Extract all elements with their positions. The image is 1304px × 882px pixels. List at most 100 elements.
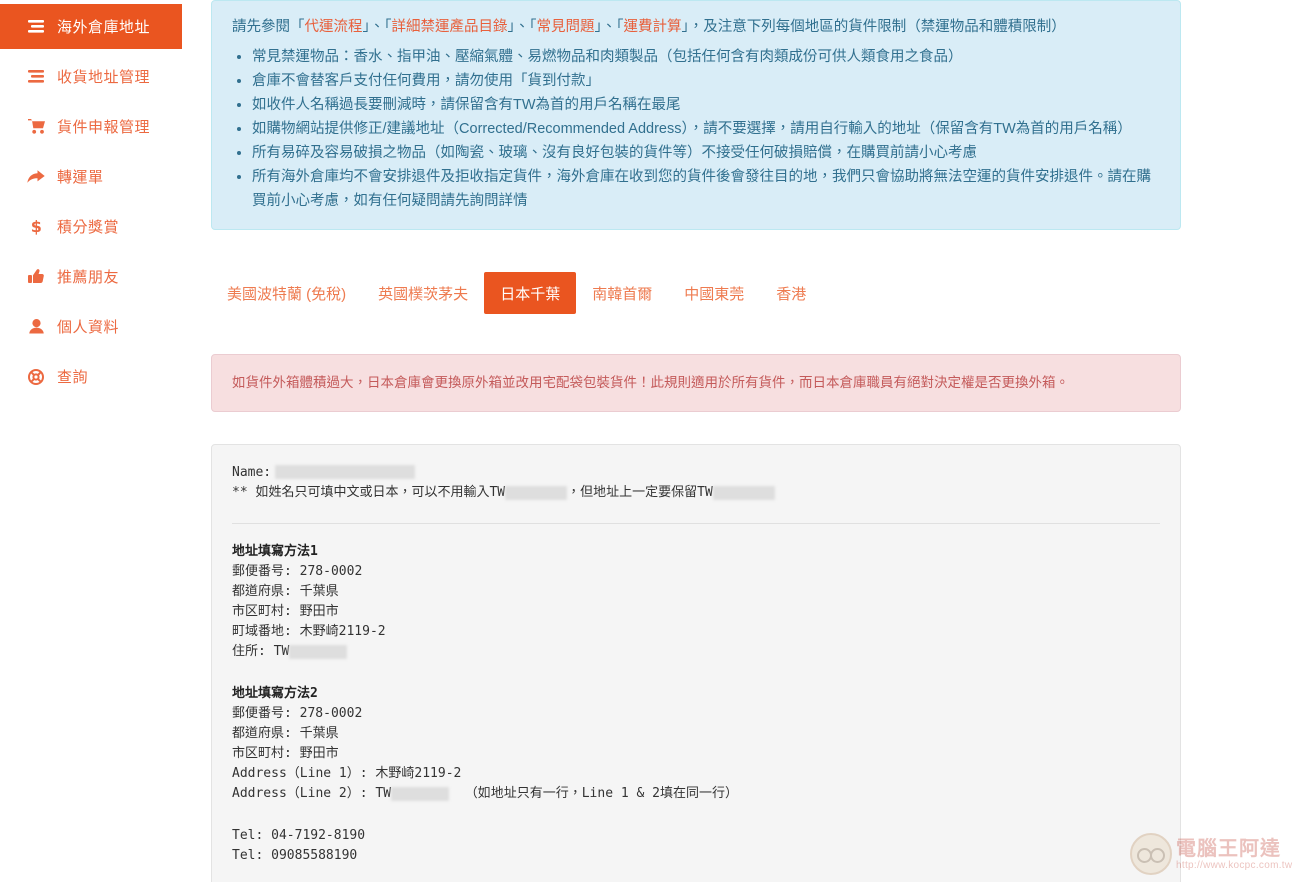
list-item: 如收件人名稱過長要刪減時，請保留含有TW為首的用戶名稱在最尾 <box>252 93 1164 117</box>
row-value: 278-0002 <box>299 706 363 721</box>
name-row: Name: <box>232 463 1160 483</box>
watermark-title: 電腦王阿達 <box>1176 835 1281 860</box>
city-row: 市区町村: 野田市 <box>232 602 1160 622</box>
sidebar-item-label: 積分獎賞 <box>57 219 120 236</box>
telephone-row-1: Tel: 04-7192-8190 <box>232 828 366 843</box>
list-item: 常見禁運物品：香水、指甲油、壓縮氣體、易燃物品和肉類製品（包括任何含有肉類成份可… <box>252 45 1164 69</box>
sidebar-item-enquiry[interactable]: 查詢 <box>0 354 190 399</box>
row-label: Address（Line 2）: <box>232 786 368 801</box>
address-method-1: 地址填寫方法1 郵便番号: 278-0002 都道府県: 千葉県 市区町村: 野… <box>232 542 1160 662</box>
address-method-2-title: 地址填寫方法2 <box>232 686 318 701</box>
tab-usa-portland[interactable]: 美國波特蘭 (免稅) <box>211 272 362 314</box>
tab-uk-portsmouth[interactable]: 英國樸茨茅夫 <box>362 272 484 314</box>
postal-code-row: 郵便番号: 278-0002 <box>232 704 1160 724</box>
tw-prefix: TW <box>273 644 290 659</box>
row-label: 郵便番号: <box>232 706 292 721</box>
lead-part-4: 」、「 <box>507 19 537 35</box>
sidebar-item-overseas-warehouse-address[interactable]: 海外倉庫地址 <box>0 4 182 49</box>
page-root: 海外倉庫地址 收貨地址管理 貨件申報管理 轉運單 $ 積分獎賞 推薦朋友 個人資… <box>0 0 1304 882</box>
telephone-row-2: Tel: 09085588190 <box>232 848 358 863</box>
info-notice-box: 請先參閱「代運流程」、「詳細禁運產品目錄」、「常見問題」、「運費計算」，及注意下… <box>211 0 1181 230</box>
row-label: 市区町村: <box>232 604 292 619</box>
address-line-2-note: （如地址只有一行，Line 1 & 2填在同一行） <box>464 786 738 801</box>
panel-divider <box>232 523 1160 524</box>
tab-china-dongguan[interactable]: 中國東莞 <box>668 272 760 314</box>
row-label: 都道府県: <box>232 584 292 599</box>
name-label: Name: <box>232 465 272 480</box>
list-icon <box>25 69 47 84</box>
link-shipping-process[interactable]: 代運流程 <box>305 19 363 35</box>
prefecture-row: 都道府県: 千葉県 <box>232 582 1160 602</box>
name-value-redacted <box>275 464 416 479</box>
life-ring-icon <box>25 368 47 385</box>
link-faq[interactable]: 常見問題 <box>537 19 595 35</box>
postal-code-row: 郵便番号: 278-0002 <box>232 562 1160 582</box>
watermark-text: 電腦王阿達 http://www.kocpc.com.tw <box>1176 838 1292 871</box>
row-value: 野田市 <box>299 604 339 619</box>
sidebar-item-receiving-address-management[interactable]: 收貨地址管理 <box>0 54 190 99</box>
sidebar-item-points-rewards[interactable]: $ 積分獎賞 <box>0 204 190 249</box>
sidebar-item-personal-profile[interactable]: 個人資料 <box>0 304 190 349</box>
list-icon <box>25 19 47 34</box>
main-content: 請先參閱「代運流程」、「詳細禁運產品目錄」、「常見問題」、「運費計算」，及注意下… <box>211 0 1181 882</box>
prefecture-row: 都道府県: 千葉県 <box>232 724 1160 744</box>
name-note-middle: ，但地址上一定要保留TW <box>567 485 713 500</box>
sidebar-item-refer-friends[interactable]: 推薦朋友 <box>0 254 190 299</box>
tw-username-redacted-3 <box>289 644 348 659</box>
address-details-panel: Name: ** 如姓名只可填中文或日本，可以不用輸入TW ，但地址上一定要保留T… <box>211 444 1181 882</box>
row-value: 千葉県 <box>299 726 339 741</box>
address-line-2-row: Address（Line 2）: TW （如地址只有一行，Line 1 & 2填… <box>232 784 1160 804</box>
name-note-before: ** 如姓名只可填中文或日本，可以不用輸入TW <box>232 485 506 500</box>
lead-part-6: 」、「 <box>594 19 624 35</box>
list-item: 所有海外倉庫均不會安排退件及拒收指定貨件，海外倉庫在收到您的貨件後會發往目的地，… <box>252 165 1164 213</box>
address-line-1-row: Address（Line 1）: 木野崎2119-2 <box>232 764 1160 784</box>
sidebar: 海外倉庫地址 收貨地址管理 貨件申報管理 轉運單 $ 積分獎賞 推薦朋友 個人資… <box>0 0 190 399</box>
list-item: 所有易碎及容易破損之物品（如陶瓷、玻璃、沒有良好包裝的貨件等）不接受任何破損賠償… <box>252 141 1164 165</box>
tab-hong-kong[interactable]: 香港 <box>760 272 822 314</box>
sidebar-item-shipment-declaration[interactable]: 貨件申報管理 <box>0 104 190 149</box>
sidebar-item-transfer-order[interactable]: 轉運單 <box>0 154 190 199</box>
info-notice-list: 常見禁運物品：香水、指甲油、壓縮氣體、易燃物品和肉類製品（包括任何含有肉類成份可… <box>228 45 1164 213</box>
row-value: 木野崎2119-2 <box>375 766 462 781</box>
dollar-icon: $ <box>25 218 47 235</box>
warning-notice-text: 如貨件外箱體積過大，日本倉庫會更換原外箱並改用宅配袋包裝貨件！此規則適用於所有貨… <box>232 375 1069 390</box>
sidebar-item-label: 個人資料 <box>57 319 120 336</box>
link-shipping-calculator[interactable]: 運費計算 <box>624 19 682 35</box>
info-notice-lead: 請先參閱「代運流程」、「詳細禁運產品目錄」、「常見問題」、「運費計算」，及注意下… <box>232 15 1164 39</box>
warehouse-region-tabs: 美國波特蘭 (免稅) 英國樸茨茅夫 日本千葉 南韓首爾 中國東莞 香港 <box>211 272 1181 314</box>
sidebar-item-label: 推薦朋友 <box>57 269 120 286</box>
tab-japan-chiba[interactable]: 日本千葉 <box>484 272 577 314</box>
user-icon <box>25 319 47 334</box>
row-label: 郵便番号: <box>232 564 292 579</box>
row-label: 都道府県: <box>232 726 292 741</box>
svg-text:$: $ <box>31 218 42 235</box>
row-label: 市区町村: <box>232 746 292 761</box>
tab-south-korea-seoul[interactable]: 南韓首爾 <box>576 272 668 314</box>
sidebar-item-label: 轉運單 <box>57 169 104 186</box>
lead-part-0: 請先參閱「 <box>232 19 305 35</box>
watermark-url: http://www.kocpc.com.tw <box>1176 859 1293 871</box>
link-prohibited-items-catalog[interactable]: 詳細禁運產品目錄 <box>392 19 508 35</box>
tw-username-redacted-4 <box>391 786 450 801</box>
row-value: 野田市 <box>299 746 339 761</box>
tw-prefix: TW <box>375 786 392 801</box>
thumbs-up-icon <box>25 269 47 284</box>
tw-username-redacted-2 <box>712 485 775 500</box>
sidebar-item-label: 收貨地址管理 <box>57 69 151 86</box>
row-label: Address（Line 1）: <box>232 766 368 781</box>
sidebar-item-label: 貨件申報管理 <box>57 119 151 136</box>
address-row: 住所: TW <box>232 642 1160 662</box>
lead-part-8: 」，及注意下列每個地區的貨件限制（禁運物品和體積限制） <box>681 19 1066 35</box>
town-block-row: 町域番地: 木野崎2119-2 <box>232 622 1160 642</box>
row-label: 住所: <box>232 644 266 659</box>
lead-part-2: 」、「 <box>362 19 392 35</box>
sidebar-item-label: 海外倉庫地址 <box>57 19 151 36</box>
row-value: 木野崎2119-2 <box>299 624 386 639</box>
shopping-cart-icon <box>25 119 47 134</box>
sidebar-item-label: 查詢 <box>57 369 89 386</box>
name-note-row: ** 如姓名只可填中文或日本，可以不用輸入TW ，但地址上一定要保留TW <box>232 483 1160 503</box>
row-value: 千葉県 <box>299 584 339 599</box>
address-method-2: 地址填寫方法2 郵便番号: 278-0002 都道府県: 千葉県 市区町村: 野… <box>232 684 1160 804</box>
